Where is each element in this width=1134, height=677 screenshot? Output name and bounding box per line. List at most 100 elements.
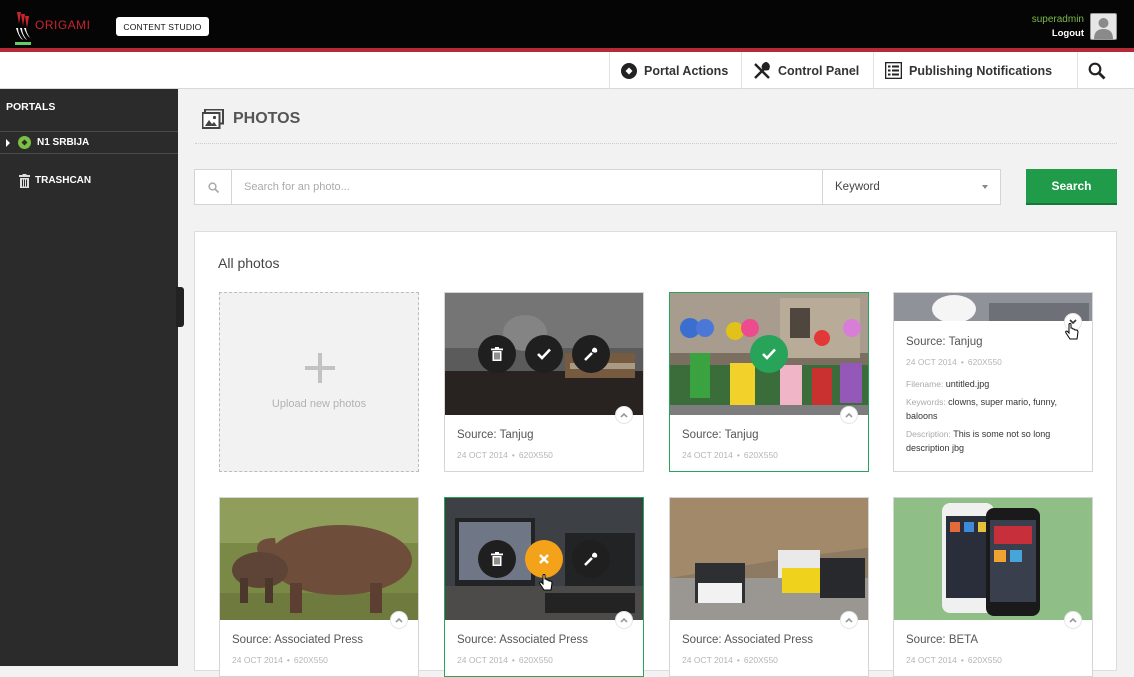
photo-details: Source: Tanjug 24 OCT 2014 • 620X550 Filen… (906, 335, 1086, 455)
chevron-up-icon (620, 617, 628, 623)
photo-date: 24 OCT 2014 (906, 655, 957, 665)
photo-card[interactable]: Source: Tanjug 24 OCT 2014 • 620X550 (444, 292, 644, 472)
keywords-label: Keywords: (906, 397, 946, 407)
expand-button[interactable] (390, 611, 408, 629)
edit-button[interactable] (572, 335, 610, 373)
nav-bar: Portal Actions Control Panel Publishing … (0, 52, 1134, 89)
sidebar-item-trashcan[interactable]: TRASHCAN (0, 169, 178, 192)
publishing-notifications-label: Publishing Notifications (909, 63, 1053, 78)
portal-actions-icon (621, 62, 637, 79)
search-filter-value: Keyword (835, 181, 880, 193)
photo-meta: 24 OCT 2014 • 620X550 (682, 450, 778, 460)
expand-button[interactable] (840, 611, 858, 629)
logo-icon (16, 12, 30, 40)
photo-info: Source: Associated Press 24 OCT 2014 • 620… (457, 634, 588, 665)
delete-button[interactable] (478, 540, 516, 578)
search-icon (1088, 62, 1106, 80)
list-icon (885, 62, 902, 79)
portal-actions-button[interactable]: Portal Actions (609, 52, 741, 89)
photos-icon (202, 109, 224, 129)
deselect-button[interactable] (525, 540, 563, 578)
photo-size: 620X550 (293, 655, 328, 665)
logo-accent (15, 42, 31, 45)
photo-source: Source: Tanjug (906, 336, 983, 348)
wrench-icon (584, 347, 598, 361)
photo-size: 620X550 (518, 655, 553, 665)
selected-indicator[interactable] (750, 335, 788, 373)
photo-info: Source: Associated Press 24 OCT 2014 • 620… (232, 634, 363, 665)
photo-size: 620X550 (743, 450, 778, 460)
publishing-notifications-button[interactable]: Publishing Notifications (873, 52, 1077, 89)
photo-keywords: Keywords: clowns, super mario, funny, ba… (906, 395, 1086, 423)
chevron-down-icon (982, 185, 988, 189)
delete-button[interactable] (478, 335, 516, 373)
avatar[interactable] (1090, 13, 1117, 40)
user-info: superadmin Logout (1032, 13, 1084, 41)
expand-button[interactable] (1064, 611, 1082, 629)
sidebar-collapse-handle[interactable] (176, 287, 184, 327)
chevron-up-icon (845, 617, 853, 623)
origami-logo[interactable]: ORIGAMI (15, 8, 91, 45)
global-search-button[interactable] (1077, 52, 1134, 89)
photo-size: 620X550 (743, 655, 778, 665)
photo-source: Source: Associated Press (457, 634, 589, 646)
upload-photos-tile[interactable]: Upload new photos (219, 292, 419, 472)
page-title-text: PHOTOS (233, 110, 301, 127)
photo-search-bar: Keyword (194, 169, 1001, 205)
photo-thumbnail (894, 498, 1092, 620)
photo-source: Source: Tanjug (682, 429, 759, 441)
expand-button[interactable] (840, 406, 858, 424)
photo-date: 24 OCT 2014 (682, 450, 733, 460)
close-icon (539, 554, 549, 564)
photo-date: 24 OCT 2014 (457, 655, 508, 665)
expand-button[interactable] (615, 611, 633, 629)
search-filter-select[interactable]: Keyword (822, 170, 1000, 204)
search-button[interactable]: Search (1026, 169, 1117, 205)
photo-card[interactable]: Source: BETA 24 OCT 2014 • 620X550 (893, 497, 1093, 677)
chevron-up-icon (1069, 617, 1077, 623)
logout-link[interactable]: Logout (1032, 27, 1084, 41)
control-panel-button[interactable]: Control Panel (741, 52, 873, 89)
photos-panel: All photos Upload new photos Source: Tan… (194, 231, 1117, 677)
photo-source: Source: Tanjug (457, 429, 534, 441)
photo-source: Source: BETA (906, 634, 979, 646)
panel-title: All photos (218, 255, 280, 271)
title-divider (195, 143, 1117, 144)
photo-info: Source: Tanjug 24 OCT 2014 • 620X550 (682, 429, 778, 460)
trash-icon (491, 552, 503, 566)
content-studio-button[interactable]: CONTENT STUDIO (116, 17, 209, 36)
control-panel-label: Control Panel (778, 63, 860, 78)
photo-meta: 24 OCT 2014 • 620X550 (232, 655, 328, 665)
photo-meta: 24 OCT 2014 • 620X550 (906, 357, 1002, 367)
globe-icon (18, 136, 31, 149)
photo-card[interactable]: Source: Associated Press 24 OCT 2014 • 620… (219, 497, 419, 677)
photo-filename: Filename: untitled.jpg (906, 377, 1086, 391)
photo-size: 620X550 (967, 357, 1002, 367)
photo-card[interactable]: Source: Tanjug 24 OCT 2014 • 620X550 Filen… (893, 292, 1093, 472)
photo-card[interactable]: Source: Associated Press 24 OCT 2014 • 620… (444, 497, 644, 677)
select-button[interactable] (525, 335, 563, 373)
filename-value: untitled.jpg (945, 379, 990, 389)
photo-source: Source: Associated Press (232, 634, 364, 646)
expand-button[interactable] (615, 406, 633, 424)
photo-thumbnail (894, 293, 1092, 321)
photo-info: Source: Tanjug 24 OCT 2014 • 620X550 (457, 429, 553, 460)
caret-right-icon[interactable] (4, 138, 12, 147)
user-icon (1094, 18, 1113, 39)
photo-meta: 24 OCT 2014 • 620X550 (906, 655, 1002, 665)
tools-icon (753, 61, 771, 80)
description-label: Description: (906, 429, 951, 439)
photo-card[interactable]: Source: Associated Press 24 OCT 2014 • 620… (669, 497, 869, 677)
username: superadmin (1031, 14, 1084, 25)
sidebar-title: PORTALS (6, 101, 56, 113)
edit-button[interactable] (572, 540, 610, 578)
photo-meta: 24 OCT 2014 • 620X550 (457, 655, 553, 665)
photo-card[interactable]: Source: Tanjug 24 OCT 2014 • 620X550 (669, 292, 869, 472)
hand-cursor-icon (539, 574, 553, 591)
chevron-up-icon (620, 412, 628, 418)
photo-info: Source: Associated Press 24 OCT 2014 • 620… (682, 634, 813, 665)
photo-thumbnail (220, 498, 418, 620)
portal-actions-label: Portal Actions (644, 63, 729, 78)
photo-search-input[interactable] (233, 170, 821, 204)
sidebar-item-n1-srbija[interactable]: N1 SRBIJA (0, 131, 178, 154)
